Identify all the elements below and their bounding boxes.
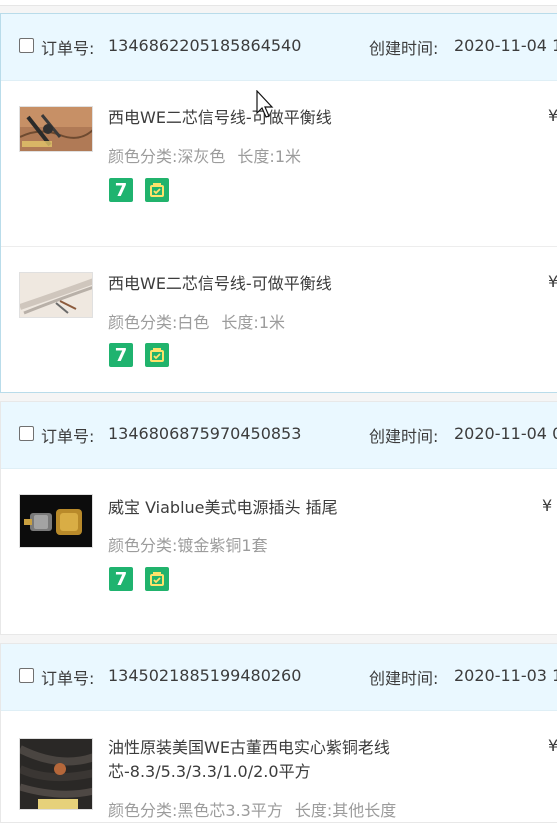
service-badges: 7 xyxy=(109,343,169,367)
order-card: 订单号: 1345021885199480260 创建时间: 2020-11-0… xyxy=(0,643,557,823)
item-price: ¥ xyxy=(548,736,557,755)
created-time-label: 创建时间: xyxy=(369,427,439,446)
order-select-checkbox[interactable] xyxy=(19,38,34,53)
created-time: 2020-11-04 0 xyxy=(454,424,557,443)
consumer-guarantee-icon[interactable] xyxy=(145,178,169,202)
attr-label: 颜色分类: xyxy=(108,313,178,332)
order-number-label: 订单号: xyxy=(41,427,95,446)
mouse-cursor-icon xyxy=(256,90,274,118)
created-time: 2020-11-04 1 xyxy=(454,36,557,55)
attr-value: 深灰色 xyxy=(177,147,226,166)
seven-day-return-icon[interactable]: 7 xyxy=(109,178,133,202)
item-price: ¥ xyxy=(542,496,553,515)
product-attributes: 颜色分类:镀金紫铜1套 xyxy=(108,532,268,556)
order-number-label: 订单号: xyxy=(41,39,95,58)
attr-label: 颜色分类: xyxy=(108,801,178,820)
order-select-checkbox[interactable] xyxy=(19,426,34,441)
seven-day-return-icon[interactable]: 7 xyxy=(109,567,133,591)
attr-label: 长度: xyxy=(294,801,333,820)
consumer-guarantee-icon[interactable] xyxy=(145,567,169,591)
attr-value: 1米 xyxy=(274,147,302,166)
item-price: ¥ xyxy=(548,106,557,125)
consumer-guarantee-icon[interactable] xyxy=(145,343,169,367)
service-badges: 7 xyxy=(109,567,169,591)
order-number: 1345021885199480260 xyxy=(108,666,302,685)
order-item[interactable]: 西电WE二芯信号线-可做平衡线 颜色分类:深灰色长度:1米 7 ¥ xyxy=(1,81,557,247)
attr-value: 1米 xyxy=(258,313,286,332)
product-thumbnail[interactable] xyxy=(19,106,93,152)
product-attributes: 颜色分类:深灰色 长度:1米 xyxy=(108,143,301,167)
product-thumbnail[interactable] xyxy=(19,272,93,318)
created-time: 2020-11-03 1 xyxy=(454,666,557,685)
product-thumbnail[interactable] xyxy=(19,738,93,810)
attr-value: 镀金紫铜1套 xyxy=(177,536,268,555)
service-badges: 7 xyxy=(109,178,169,202)
product-title[interactable]: 威宝 Viablue美式电源插头 插尾 xyxy=(108,496,518,520)
order-number: 1346806875970450853 xyxy=(108,424,302,443)
attr-label: 长度: xyxy=(237,147,275,166)
created-time-label: 创建时间: xyxy=(369,39,439,58)
product-thumbnail[interactable] xyxy=(19,494,93,548)
order-select-checkbox[interactable] xyxy=(19,668,34,683)
product-title[interactable]: 西电WE二芯信号线-可做平衡线 xyxy=(108,272,518,296)
top-strip xyxy=(0,0,557,6)
product-attributes: 颜色分类:黑色芯3.3平方 长度:其他长度 xyxy=(108,797,396,821)
attr-label: 颜色分类: xyxy=(108,147,178,166)
order-header: 订单号: 1345021885199480260 创建时间: 2020-11-0… xyxy=(1,644,557,711)
attr-value: 白色 xyxy=(177,313,210,332)
attr-value: 其他长度 xyxy=(332,801,397,820)
seven-day-return-icon[interactable]: 7 xyxy=(109,343,133,367)
order-card: 订单号: 1346806875970450853 创建时间: 2020-11-0… xyxy=(0,401,557,635)
order-item[interactable]: 西电WE二芯信号线-可做平衡线 颜色分类:白色长度:1米 7 ¥ xyxy=(1,247,557,392)
product-title[interactable]: 油性原装美国WE古董西电实心紫铜老线芯-8.3/5.3/3.3/1.0/2.0平… xyxy=(108,736,518,784)
attr-label: 颜色分类: xyxy=(108,536,178,555)
attr-value: 黑色芯3.3平方 xyxy=(177,801,283,820)
created-time-label: 创建时间: xyxy=(369,669,439,688)
order-header: 订单号: 1346862205185864540 创建时间: 2020-11-0… xyxy=(1,14,557,81)
item-price: ¥ xyxy=(548,272,557,291)
order-number-label: 订单号: xyxy=(41,669,95,688)
order-number: 1346862205185864540 xyxy=(108,36,302,55)
product-attributes: 颜色分类:白色 长度:1米 xyxy=(108,309,285,333)
order-item[interactable]: 威宝 Viablue美式电源插头 插尾 颜色分类:镀金紫铜1套 7 ¥ xyxy=(1,469,557,634)
order-item[interactable]: 油性原装美国WE古董西电实心紫铜老线芯-8.3/5.3/3.3/1.0/2.0平… xyxy=(1,711,557,822)
attr-label: 长度: xyxy=(221,313,259,332)
order-card: 订单号: 1346862205185864540 创建时间: 2020-11-0… xyxy=(0,13,557,393)
product-title[interactable]: 西电WE二芯信号线-可做平衡线 xyxy=(108,106,518,130)
order-header: 订单号: 1346806875970450853 创建时间: 2020-11-0… xyxy=(1,402,557,469)
